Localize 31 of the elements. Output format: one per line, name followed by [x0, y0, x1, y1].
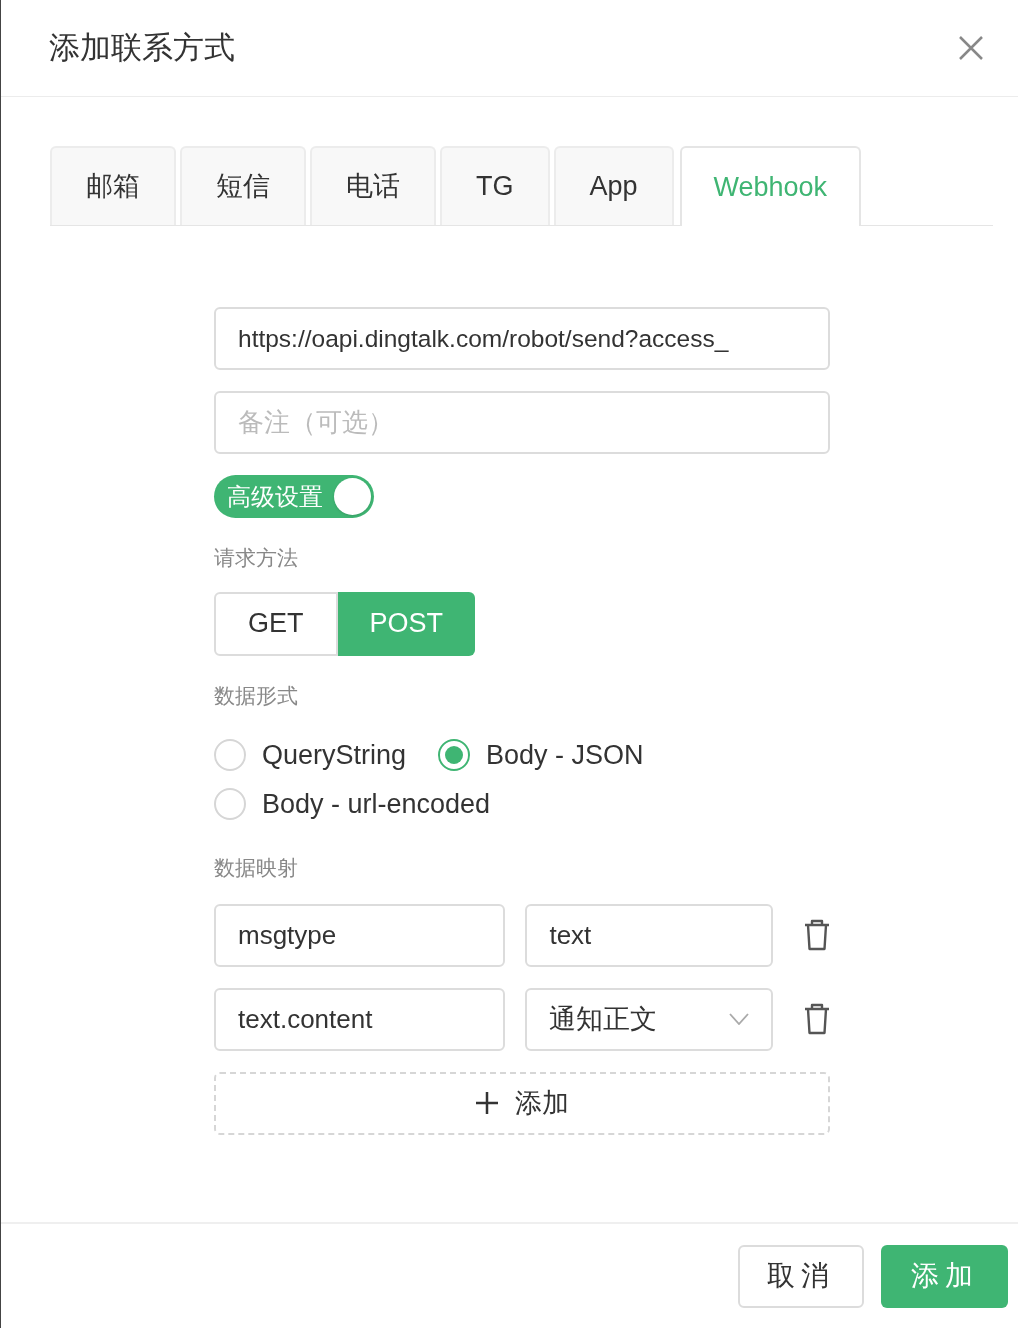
- chevron-down-icon: [729, 1013, 750, 1025]
- tab[interactable]: 短信: [180, 146, 306, 225]
- tab[interactable]: 邮箱: [50, 146, 176, 225]
- section-label: 数据形式: [214, 682, 299, 709]
- plus-icon: [475, 1091, 499, 1115]
- tab[interactable]: App: [553, 146, 674, 225]
- value-select[interactable]: 通知正文: [525, 987, 774, 1051]
- close-icon: [958, 35, 984, 61]
- add-mapping-button[interactable]: 添加: [214, 1071, 830, 1135]
- dialog-title: 添加联系方式: [49, 28, 235, 67]
- url-field[interactable]: https://oapi.dingtalk.com/robot/send?access_: [214, 307, 830, 370]
- delete-button[interactable]: [803, 1002, 830, 1036]
- radio-label[interactable]: Body - url-encoded: [262, 783, 491, 824]
- note-field[interactable]: 备注（可选）: [214, 391, 830, 454]
- radio-button[interactable]: [214, 787, 246, 820]
- method-option[interactable]: GET: [214, 591, 338, 656]
- radio-button[interactable]: [438, 739, 471, 772]
- trash-icon: [803, 1003, 830, 1035]
- cancel-button[interactable]: 取消: [738, 1244, 864, 1308]
- key-field[interactable]: msgtype: [214, 903, 506, 967]
- section-label: 数据映射: [214, 855, 299, 881]
- section-label: 请求方法: [214, 545, 299, 571]
- tab[interactable]: 电话: [310, 146, 436, 225]
- trash-icon: [803, 919, 830, 951]
- key-field[interactable]: text.content: [214, 987, 506, 1051]
- radio-label[interactable]: Body - JSON: [486, 735, 644, 776]
- radio-label[interactable]: QueryString: [262, 735, 407, 776]
- delete-button[interactable]: [803, 918, 830, 952]
- radio-button[interactable]: [214, 739, 246, 772]
- value-field[interactable]: text: [525, 903, 774, 967]
- tab[interactable]: TG: [440, 146, 550, 225]
